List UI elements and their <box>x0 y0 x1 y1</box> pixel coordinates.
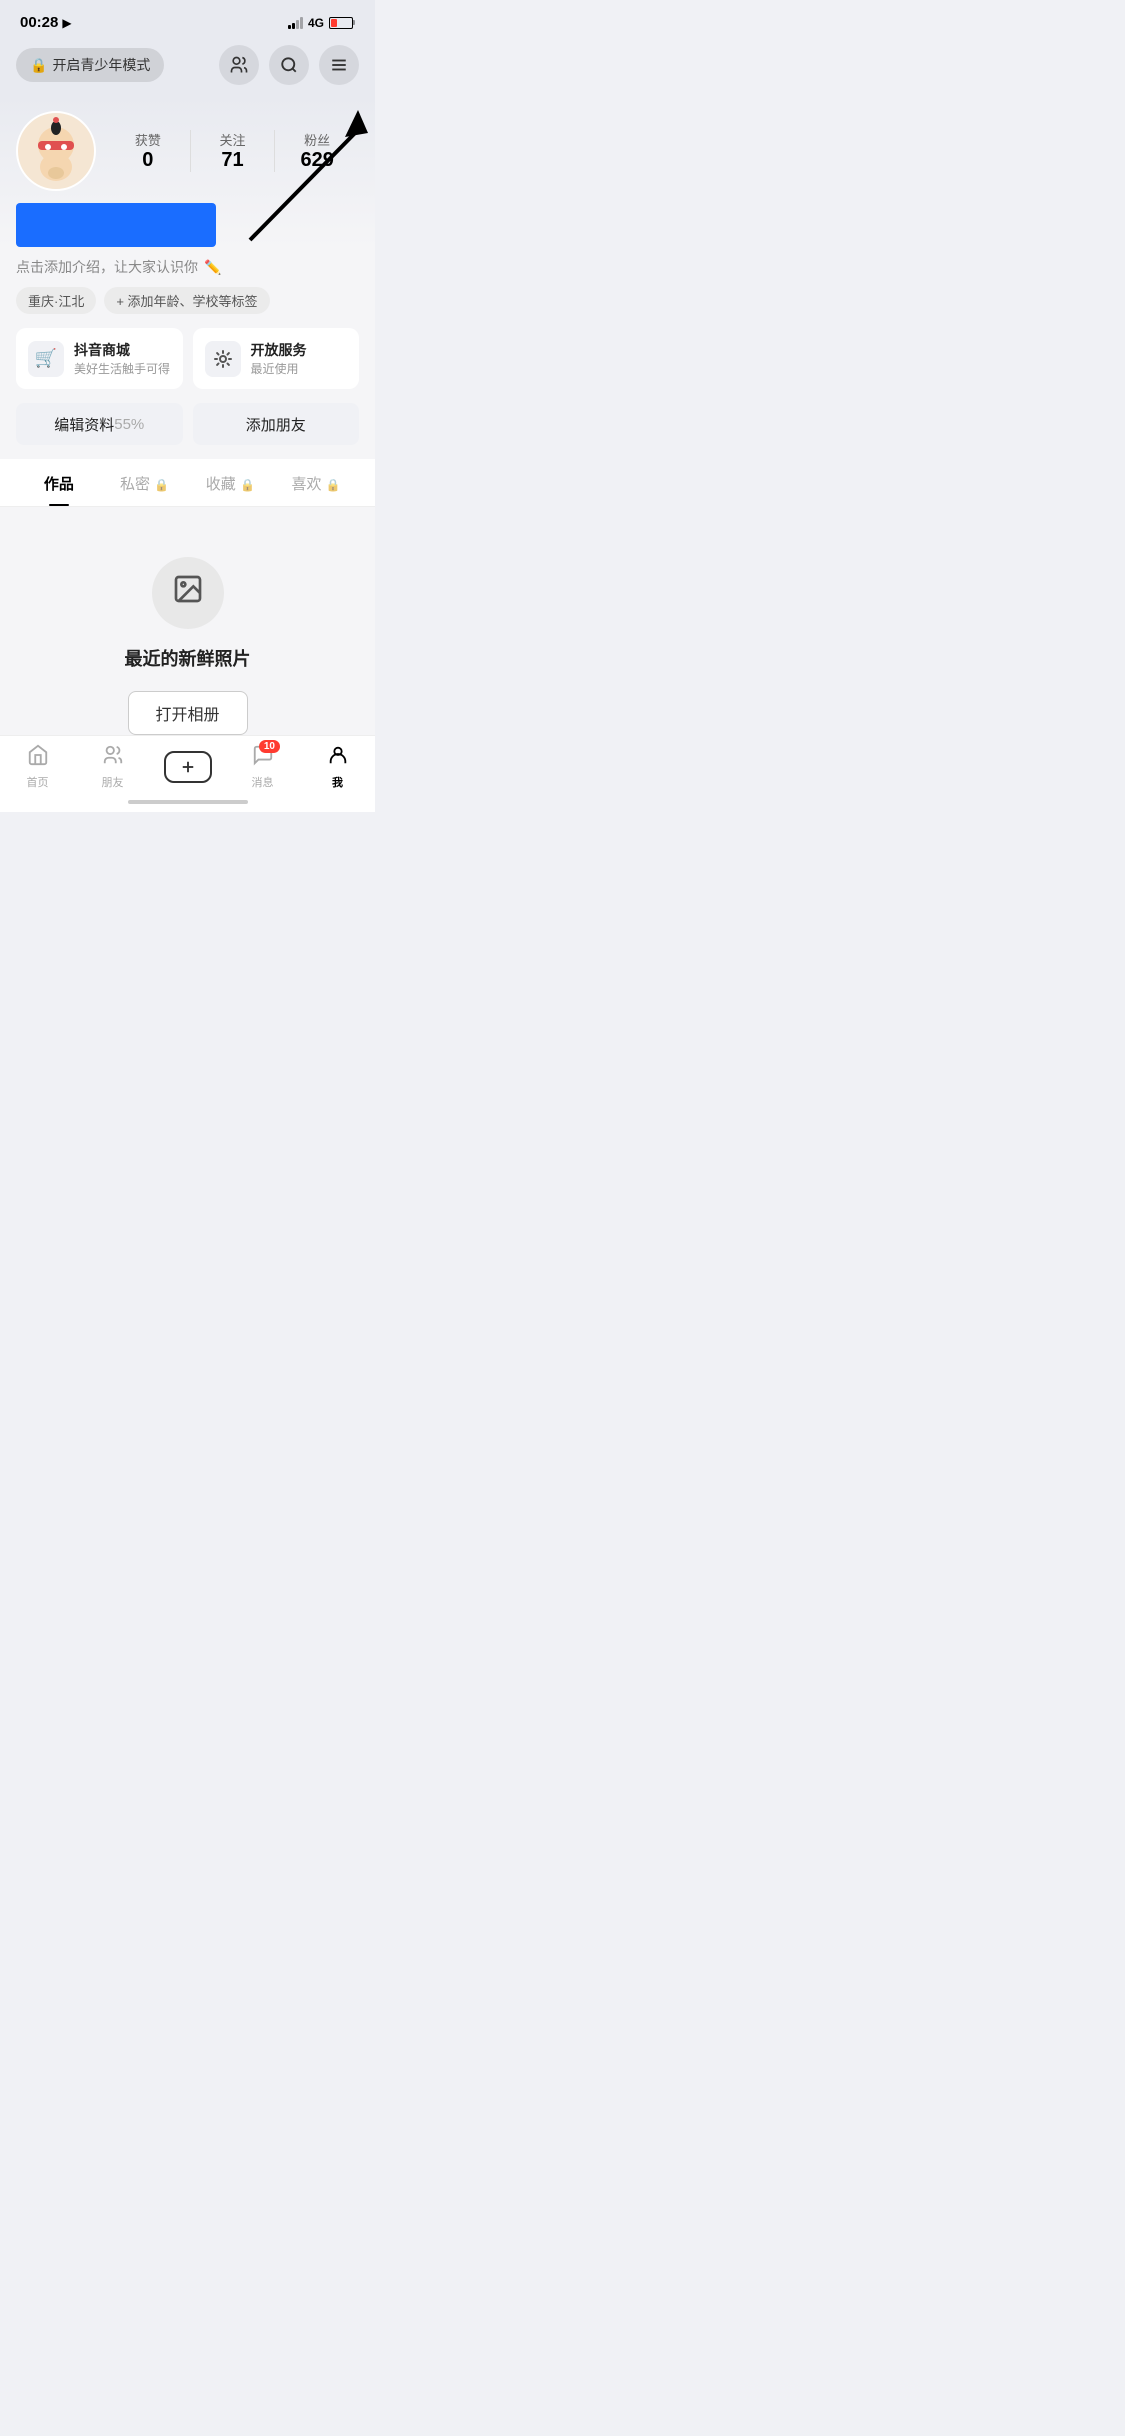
service-card-shop[interactable]: 🛒 抖音商城 美好生活触手可得 <box>16 328 183 389</box>
avatar[interactable] <box>16 111 96 191</box>
network-label: 4G <box>308 16 324 30</box>
battery-fill <box>331 19 337 27</box>
messages-label: 消息 <box>252 774 274 790</box>
service-cards: 🛒 抖音商城 美好生活触手可得 开放服务 最近使用 <box>0 314 375 403</box>
signal-bar-2 <box>292 23 295 29</box>
signal-bar-4 <box>300 17 303 29</box>
search-icon-button[interactable] <box>269 45 309 85</box>
top-nav: 🔒 开启青少年模式 <box>0 37 375 95</box>
avatar-image <box>20 115 92 187</box>
empty-content-area: 最近的新鲜照片 打开相册 <box>0 507 375 765</box>
likes-lock-icon: 🔒 <box>326 478 341 492</box>
shop-desc: 美好生活触手可得 <box>74 360 170 377</box>
status-icons: 4G <box>288 16 355 30</box>
stat-likes-value: 0 <box>106 149 190 172</box>
stat-following-value: 71 <box>191 149 275 172</box>
battery-tip <box>353 20 355 25</box>
action-buttons: 编辑资料 55% 添加朋友 <box>0 403 375 459</box>
shop-name: 抖音商城 <box>74 340 170 360</box>
location-icon: ▶ <box>62 16 71 30</box>
open-service-name: 开放服务 <box>251 340 307 360</box>
add-friend-button[interactable]: 添加朋友 <box>193 403 360 445</box>
youth-mode-button[interactable]: 🔒 开启青少年模式 <box>16 48 164 82</box>
open-album-button[interactable]: 打开相册 <box>128 691 248 735</box>
tab-likes[interactable]: 喜欢 🔒 <box>273 459 359 506</box>
signal-bar-3 <box>296 20 299 29</box>
message-badge: 10 <box>259 740 280 753</box>
me-icon <box>327 744 349 772</box>
stat-likes-label: 获赞 <box>106 130 190 149</box>
location-tag[interactable]: 重庆·江北 <box>16 287 96 314</box>
open-service-desc: 最近使用 <box>251 360 307 377</box>
stat-followers-label: 粉丝 <box>275 130 359 149</box>
tags-row: 重庆·江北 + 添加年龄、学校等标签 <box>16 287 359 314</box>
stat-following-label: 关注 <box>191 130 275 149</box>
home-label: 首页 <box>27 774 49 790</box>
signal-bar-1 <box>288 25 291 29</box>
home-indicator <box>128 800 248 804</box>
shop-icon: 🛒 <box>28 341 64 377</box>
tab-messages[interactable]: 10 消息 <box>225 744 300 790</box>
stats-row: 获赞 0 关注 71 粉丝 629 <box>96 130 359 172</box>
edit-profile-button[interactable]: 编辑资料 55% <box>16 403 183 445</box>
friends-bottom-icon <box>102 744 124 772</box>
add-tag-button[interactable]: + 添加年龄、学校等标签 <box>104 287 269 314</box>
me-label: 我 <box>332 774 343 790</box>
status-time: 00:28 <box>20 14 58 31</box>
tab-friends[interactable]: 朋友 <box>75 744 150 790</box>
bio-text[interactable]: 点击添加介绍，让大家认识你 ✏️ <box>16 257 359 277</box>
nav-icons <box>219 45 359 85</box>
empty-icon-wrap <box>152 557 224 629</box>
add-tab-wrap[interactable] <box>150 751 225 783</box>
content-tabs: 作品 私密 🔒 收藏 🔒 喜欢 🔒 <box>0 459 375 507</box>
stat-following[interactable]: 关注 71 <box>191 130 276 172</box>
signal-bars <box>288 17 303 29</box>
youth-mode-icon: 🔒 <box>30 57 47 74</box>
menu-icon-button[interactable] <box>319 45 359 85</box>
battery-body <box>329 17 353 29</box>
tab-private[interactable]: 私密 🔒 <box>102 459 188 506</box>
stat-followers-value: 629 <box>275 149 359 172</box>
edit-icon: ✏️ <box>204 259 221 276</box>
friends-icon-button[interactable] <box>219 45 259 85</box>
tab-home[interactable]: 首页 <box>0 744 75 790</box>
empty-title: 最近的新鲜照片 <box>125 645 251 671</box>
battery <box>329 17 355 29</box>
favorites-lock-icon: 🔒 <box>240 478 255 492</box>
open-service-info: 开放服务 最近使用 <box>251 340 307 377</box>
home-icon <box>27 744 49 772</box>
profile-top: 获赞 0 关注 71 粉丝 629 <box>16 111 359 191</box>
add-content-button[interactable] <box>164 751 212 783</box>
tab-favorites[interactable]: 收藏 🔒 <box>188 459 274 506</box>
shop-info: 抖音商城 美好生活触手可得 <box>74 340 170 377</box>
friends-label: 朋友 <box>102 774 124 790</box>
bio-area: 点击添加介绍，让大家认识你 ✏️ 重庆·江北 + 添加年龄、学校等标签 <box>0 247 375 314</box>
stat-likes[interactable]: 获赞 0 <box>106 130 191 172</box>
profile-section: 获赞 0 关注 71 粉丝 629 <box>0 95 375 247</box>
bio-content: 点击添加介绍，让大家认识你 <box>16 257 198 277</box>
status-bar: 00:28 ▶ 4G <box>0 0 375 37</box>
stat-followers[interactable]: 粉丝 629 <box>275 130 359 172</box>
service-card-open[interactable]: 开放服务 最近使用 <box>193 328 360 389</box>
username-area <box>16 203 216 247</box>
open-service-icon <box>205 341 241 377</box>
youth-mode-label: 开启青少年模式 <box>52 55 150 75</box>
tab-me[interactable]: 我 <box>300 744 375 790</box>
image-icon <box>172 573 204 613</box>
private-lock-icon: 🔒 <box>154 478 169 492</box>
tab-works[interactable]: 作品 <box>16 459 102 506</box>
